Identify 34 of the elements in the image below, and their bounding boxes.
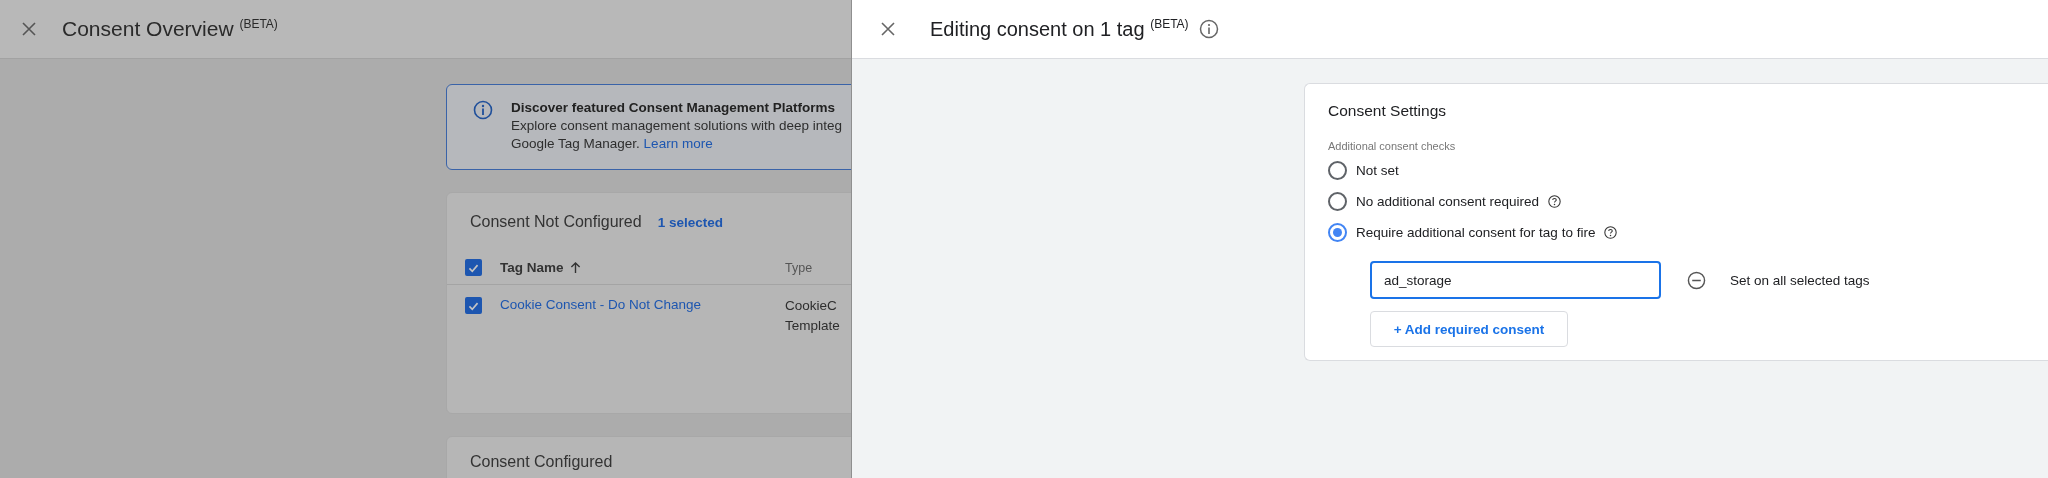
add-consent-button[interactable]: + Add required consent (1370, 311, 1568, 347)
table-cell-text: CookieC Template (785, 297, 841, 336)
help-icon[interactable] (1604, 226, 1618, 239)
selection-count: 1 selected (657, 215, 723, 230)
tag-name-link[interactable]: Cookie Consent - Do Not Change (500, 297, 702, 312)
banner-text: Google Tag Manager. (511, 136, 640, 151)
banner-text: Explore consent management solutions with deep integ (511, 118, 842, 133)
card-title: Consent Not Configured (470, 213, 642, 231)
radio-button[interactable] (1328, 192, 1347, 211)
card-title: Consent Settings (1328, 102, 1448, 120)
group-label: Additional consent checks (1328, 140, 1457, 152)
page-title: Consent Overview $^{(BETA)}$ (62, 17, 278, 41)
close-icon[interactable] (881, 22, 895, 36)
panel-title: Editing consent on 1 tag $^{(BETA)}$ (930, 17, 1189, 41)
info-icon (473, 100, 493, 120)
option-label[interactable]: Not set (1356, 163, 1399, 178)
select-all-checkbox[interactable] (465, 259, 482, 276)
radio-button[interactable] (1328, 161, 1347, 180)
column-header[interactable]: Tag Name (500, 260, 564, 275)
consent-field[interactable]: ad_storage (1370, 261, 1661, 299)
banner-title: Discover featured Consent Management Platforms (511, 100, 837, 115)
remove-icon[interactable] (1687, 270, 1706, 290)
card-title: Consent Configured (470, 453, 613, 470)
learn-more-link[interactable]: Learn more (643, 136, 713, 151)
column-header[interactable]: Type (785, 260, 813, 275)
info-icon[interactable] (1198, 19, 1219, 39)
scope-label: Set on all selected tags (1730, 272, 1870, 288)
sort-up-icon[interactable] (569, 261, 581, 274)
row-checkbox[interactable] (465, 297, 482, 314)
radio-button[interactable] (1328, 223, 1347, 242)
option-label[interactable]: Require additional consent for tag to fire (1356, 225, 1596, 240)
option-label[interactable]: No additional consent required (1356, 194, 1540, 209)
help-icon[interactable] (1548, 195, 1562, 208)
close-icon[interactable] (22, 22, 36, 36)
